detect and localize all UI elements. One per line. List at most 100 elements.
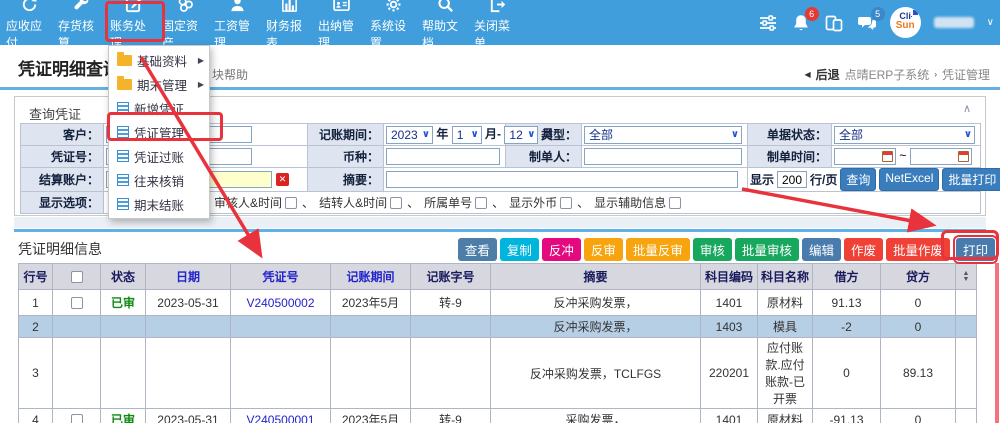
print-button[interactable]: 打印	[956, 238, 995, 261]
batch-void-button[interactable]: 批量作废	[886, 238, 950, 261]
menu-item-2[interactable]: 期末管理▶	[109, 72, 209, 96]
col-header-2	[53, 264, 101, 290]
assets-circles-icon	[176, 0, 195, 15]
option-checkbox[interactable]	[475, 197, 487, 209]
doc-status-select[interactable]: 全部∨	[834, 126, 975, 144]
avatar-pixels	[913, 10, 918, 15]
row-checkbox[interactable]	[71, 414, 83, 423]
cell: 反冲采购发票，	[491, 290, 701, 316]
col-header-4[interactable]: 日期	[146, 264, 231, 290]
chevron-down-icon[interactable]: ∨	[987, 17, 994, 28]
netexcel-button[interactable]: NetExcel	[879, 168, 939, 191]
cell[interactable]	[231, 338, 331, 409]
cell	[101, 316, 146, 338]
currency-input[interactable]	[386, 148, 500, 165]
cell[interactable]: V240500001	[231, 409, 331, 423]
wrench-icon	[72, 0, 91, 15]
scrollbar[interactable]	[995, 263, 999, 423]
search-button[interactable]: 查询	[840, 168, 876, 191]
cell[interactable]	[231, 316, 331, 338]
avatar[interactable]: Cli Sun	[890, 7, 921, 38]
option-checkbox[interactable]	[285, 197, 297, 209]
table-row-2[interactable]: 2反冲采购发票，1403模具-20	[19, 316, 977, 338]
menu-item-5[interactable]: 凭证过账	[109, 144, 209, 168]
nav-item-2[interactable]: 存货核算	[58, 0, 104, 51]
action-button-row: 查看复制反冲反审批量反审审核批量审核编辑作废批量作废打印	[458, 235, 998, 264]
sliders-icon[interactable]	[758, 13, 778, 33]
option-separator: 、	[302, 194, 314, 211]
reverse-button[interactable]: 反冲	[542, 238, 581, 261]
menu-item-7[interactable]: 期末结账	[109, 192, 209, 216]
col-header-10: 科目名称	[758, 264, 813, 290]
nav-item-8[interactable]: 系统设置	[370, 0, 416, 51]
module-help-link[interactable]: 块帮助	[212, 66, 248, 83]
breadcrumb-root[interactable]: 点晴ERP子系统	[845, 66, 930, 83]
page-size-input[interactable]	[777, 171, 807, 188]
batch-print-button[interactable]: 批量打印	[942, 168, 1000, 191]
back-button[interactable]: 后退	[816, 66, 840, 83]
nav-item-3[interactable]: 账务处理	[110, 0, 156, 51]
menu-item-1[interactable]: 基础资料▶	[109, 48, 209, 72]
col-header-5[interactable]: 凭证号	[231, 264, 331, 290]
batch-reverse-audit-button[interactable]: 批量反审	[626, 238, 690, 261]
void-button[interactable]: 作废	[844, 238, 883, 261]
nav-item-5[interactable]: 工资管理	[214, 0, 260, 51]
nav-item-6[interactable]: 财务报表	[266, 0, 312, 51]
cell: 0	[881, 290, 956, 316]
nav-item-1[interactable]: 应收应付	[6, 0, 52, 51]
col-header-6[interactable]: 记账期间	[331, 264, 411, 290]
cell[interactable]: V240500002	[231, 290, 331, 316]
username-redacted[interactable]	[934, 17, 974, 28]
nav-item-10[interactable]: 关闭菜单	[474, 0, 520, 51]
option-checkbox[interactable]	[390, 197, 402, 209]
view-button[interactable]: 查看	[458, 238, 497, 261]
option-checkbox[interactable]	[560, 197, 572, 209]
cell: -2	[813, 316, 881, 338]
collapse-icon[interactable]: ∧	[963, 102, 971, 115]
voucher-table-wrap: 行号状态日期凭证号记账期间记账字号摘要科目编码科目名称借方贷方▲▼ 1已审202…	[18, 263, 977, 423]
cell[interactable]	[53, 409, 101, 423]
type-select[interactable]: 全部∨	[584, 126, 742, 144]
audit-button[interactable]: 审核	[693, 238, 732, 261]
select-all-checkbox[interactable]	[71, 271, 83, 283]
table-row-3[interactable]: 3反冲采购发票，TCLFGS220201应付账款.应付账款-已开票089.13	[19, 338, 977, 409]
table-row-1[interactable]: 1已审2023-05-31V2405000022023年5月转-9反冲采购发票，…	[19, 290, 977, 316]
edit-button[interactable]: 编辑	[802, 238, 841, 261]
menu-item-3[interactable]: 新增凭证	[109, 96, 209, 120]
nav-item-9[interactable]: 帮助文档	[422, 0, 468, 51]
cell	[411, 338, 491, 409]
year-select[interactable]: 2023∨	[386, 126, 433, 144]
menu-item-6[interactable]: 往来核销	[109, 168, 209, 192]
table-row-4[interactable]: 4已审2023-05-31V2405000012023年5月转-9采购发票，14…	[19, 409, 977, 423]
menu-item-label: 凭证过账	[134, 147, 184, 166]
summary-input[interactable]	[386, 171, 738, 188]
notifications[interactable]: 6	[791, 13, 811, 33]
cell: 模具	[758, 316, 813, 338]
maker-input[interactable]	[584, 148, 742, 165]
sort-down-icon[interactable]: ▼	[963, 277, 970, 283]
month-from-select[interactable]: 1∨	[452, 126, 482, 144]
nav-item-label: 财务报表	[266, 17, 312, 51]
menu-item-4[interactable]: 凭证管理	[109, 120, 209, 144]
calendar-icon[interactable]	[882, 151, 893, 162]
reverse-audit-button[interactable]: 反审	[584, 238, 623, 261]
batch-audit-button[interactable]: 批量审核	[735, 238, 799, 261]
cell: 反冲采购发票，TCLFGS	[491, 338, 701, 409]
menu-item-label: 新增凭证	[134, 99, 184, 118]
calendar-icon[interactable]	[958, 151, 969, 162]
devices-icon[interactable]	[824, 13, 844, 33]
nav-item-4[interactable]: 固定资产	[162, 0, 208, 51]
cell[interactable]	[53, 290, 101, 316]
copy-button[interactable]: 复制	[500, 238, 539, 261]
messages[interactable]: 5	[857, 13, 877, 33]
col-header-8: 摘要	[491, 264, 701, 290]
nav-item-7[interactable]: 出纳管理	[318, 0, 364, 51]
option-checkbox[interactable]	[669, 197, 681, 209]
month-to-select[interactable]: 12∨	[504, 126, 538, 144]
cell: 2023年5月	[331, 409, 411, 423]
clear-icon[interactable]: ✕	[276, 173, 289, 186]
notification-badge: 6	[805, 7, 819, 21]
chevron-down-icon: ∨	[422, 129, 430, 140]
row-checkbox[interactable]	[71, 297, 83, 309]
sort-column-header[interactable]: ▲▼	[956, 264, 977, 290]
